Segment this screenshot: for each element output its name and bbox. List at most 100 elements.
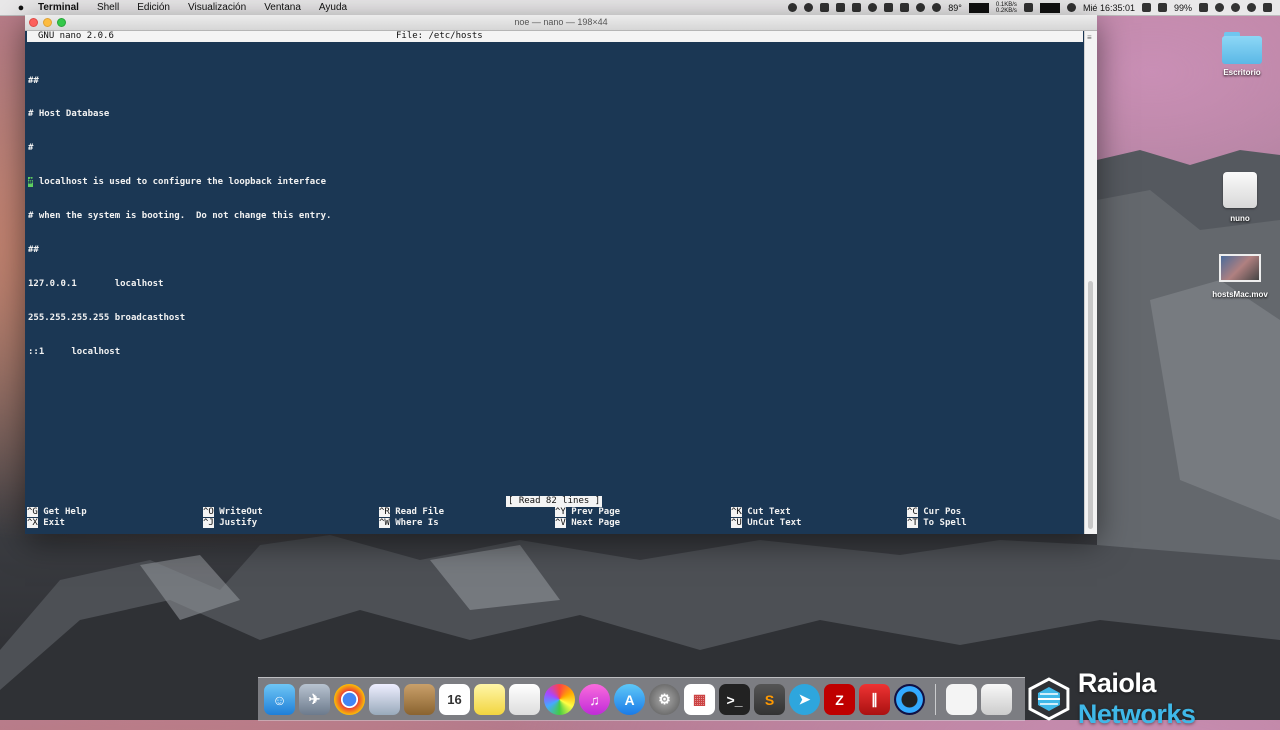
photos-icon[interactable]: [544, 684, 575, 715]
file-line-cursor: # localhost is used to configure the loo…: [28, 177, 331, 188]
shortcut-cut-text: ^K Cut Text: [731, 507, 791, 518]
scrollbar-thumb[interactable]: [1088, 281, 1093, 529]
navigation-icon[interactable]: [804, 3, 814, 12]
shortcut-where-is: ^W Where Is: [379, 518, 439, 529]
shortcut-next-page: ^V Next Page: [555, 518, 620, 529]
parallels-icon[interactable]: ∥: [859, 684, 890, 715]
eye-icon[interactable]: [884, 3, 894, 12]
documents-icon[interactable]: [946, 684, 977, 715]
bell-icon[interactable]: [868, 3, 878, 12]
network-meter-icon[interactable]: [1039, 2, 1060, 13]
quicktime-icon[interactable]: [894, 684, 925, 715]
menu-ayuda[interactable]: Ayuda: [319, 2, 347, 13]
dropbox-icon[interactable]: [852, 3, 862, 12]
trash-icon[interactable]: [981, 684, 1012, 715]
video-thumbnail-icon: [1219, 254, 1261, 282]
launchpad-grid-icon[interactable]: ▦: [684, 684, 715, 715]
reminders-icon[interactable]: [509, 684, 540, 715]
network-speed[interactable]: 0.1KB/s 0.2KB/s: [996, 2, 1017, 14]
shortcut-justify: ^J Justify: [203, 518, 257, 529]
desktop-icon-nuno[interactable]: nuno: [1205, 172, 1275, 223]
finder-icon[interactable]: ☺: [264, 684, 295, 715]
clock[interactable]: Mié 16:35:01: [1083, 3, 1135, 13]
calendar-icon[interactable]: [1141, 3, 1151, 12]
file-line: # Host Database: [28, 109, 110, 120]
terminal-window[interactable]: noe — nano — 198×44 GNU nano 2.0.6 File:…: [25, 15, 1097, 534]
menu-edicion[interactable]: Edición: [137, 2, 170, 13]
split-pane-icon[interactable]: ≡: [1087, 33, 1092, 42]
gear-icon[interactable]: [932, 3, 942, 12]
window-controls: [29, 18, 66, 27]
shortcut-key: ^R: [379, 507, 390, 517]
nano-file-label: File: /etc/hosts: [396, 31, 483, 41]
file-content[interactable]: ## # Host Database # # localhost is used…: [28, 53, 331, 381]
terminal-content[interactable]: GNU nano 2.0.6 File: /etc/hosts ## # Hos…: [25, 31, 1085, 534]
contacts-icon[interactable]: [404, 684, 435, 715]
shortcut-key: ^Y: [555, 507, 566, 517]
cpu-meter-icon[interactable]: [968, 2, 989, 13]
app-store-icon[interactable]: A: [614, 684, 645, 715]
window-titlebar[interactable]: noe — nano — 198×44: [25, 15, 1097, 31]
telegram-icon[interactable]: ➤: [789, 684, 820, 715]
nano-status-message: [ Read 82 lines ]: [506, 496, 603, 508]
shortcut-key: ^T: [907, 518, 918, 529]
folder-icon: [1222, 32, 1262, 64]
calendar-icon[interactable]: 16: [439, 684, 470, 715]
raiola-networks-wordmark: Raiola Networks: [1078, 668, 1280, 730]
menu-app-name[interactable]: Terminal: [38, 2, 79, 13]
system-preferences-icon[interactable]: ⚙: [649, 684, 680, 715]
battery-icon[interactable]: [1199, 3, 1208, 12]
shortcut-read-file: ^R Read File: [379, 507, 444, 518]
spotlight-search-icon[interactable]: [1247, 3, 1256, 12]
memory-icon[interactable]: [1023, 3, 1033, 12]
sync-icon[interactable]: [836, 3, 846, 12]
copy-icon[interactable]: [820, 3, 830, 12]
shortcut-key: ^K: [731, 507, 742, 517]
shortcut-key: ^W: [379, 518, 390, 529]
wordmark-raiola: Raiola: [1077, 668, 1157, 698]
menu-shell[interactable]: Shell: [97, 2, 119, 13]
desktop-icon-label: hostsMac.mov: [1212, 290, 1268, 299]
terminal-scrollbar[interactable]: ≡: [1084, 31, 1097, 534]
shortcut-label: To Spell: [923, 518, 967, 529]
shortcut-label: Cur Pos: [923, 507, 962, 517]
menu-ventana[interactable]: Ventana: [264, 2, 301, 13]
shortcut-label: Get Help: [43, 507, 87, 517]
fan-icon[interactable]: [916, 3, 926, 12]
zoom-button[interactable]: [57, 18, 66, 27]
launchpad-icon[interactable]: ✈: [299, 684, 330, 715]
desktop-icon-escritorio[interactable]: Escritorio: [1207, 32, 1277, 77]
preview-icon[interactable]: [369, 684, 400, 715]
filezilla-icon[interactable]: Z: [824, 684, 855, 715]
terminal-icon[interactable]: >_: [719, 684, 750, 715]
net-down: 0.2KB/s: [995, 7, 1017, 14]
file-line: ##: [28, 245, 39, 256]
shortcut-label: Read File: [395, 507, 445, 517]
apple-menu-icon[interactable]: ●: [14, 2, 28, 14]
moon-icon[interactable]: [1066, 3, 1076, 12]
screen-icon[interactable]: [1157, 3, 1167, 12]
shortcut-label: Next Page: [571, 518, 621, 529]
itunes-icon[interactable]: ♫: [579, 684, 610, 715]
shortcut-label: Exit: [43, 518, 65, 529]
desktop-icon-label: Escritorio: [1223, 68, 1261, 77]
close-button[interactable]: [29, 18, 38, 27]
shortcut-exit: ^X Exit: [27, 518, 65, 529]
volume-icon[interactable]: [1215, 3, 1224, 12]
menu-bar: ● Terminal Shell Edición Visualización V…: [0, 0, 1280, 16]
nano-header: GNU nano 2.0.6 File: /etc/hosts: [27, 31, 1083, 42]
drive-icon: [1223, 172, 1257, 208]
chrome-icon[interactable]: [334, 684, 365, 715]
sublime-text-icon[interactable]: S: [754, 684, 785, 715]
notes-icon[interactable]: [474, 684, 505, 715]
battery-percentage[interactable]: 99%: [1174, 3, 1192, 13]
file-line: #: [28, 143, 34, 154]
record-icon[interactable]: [788, 3, 798, 12]
extension-icon[interactable]: [900, 3, 910, 12]
wifi-icon[interactable]: [1231, 3, 1240, 12]
menu-visualizacion[interactable]: Visualización: [188, 2, 246, 13]
notification-center-icon[interactable]: [1263, 3, 1272, 12]
minimize-button[interactable]: [43, 18, 52, 27]
temperature-readout[interactable]: 89°: [948, 3, 962, 13]
desktop-icon-hostsmac-mov[interactable]: hostsMac.mov: [1205, 254, 1275, 299]
